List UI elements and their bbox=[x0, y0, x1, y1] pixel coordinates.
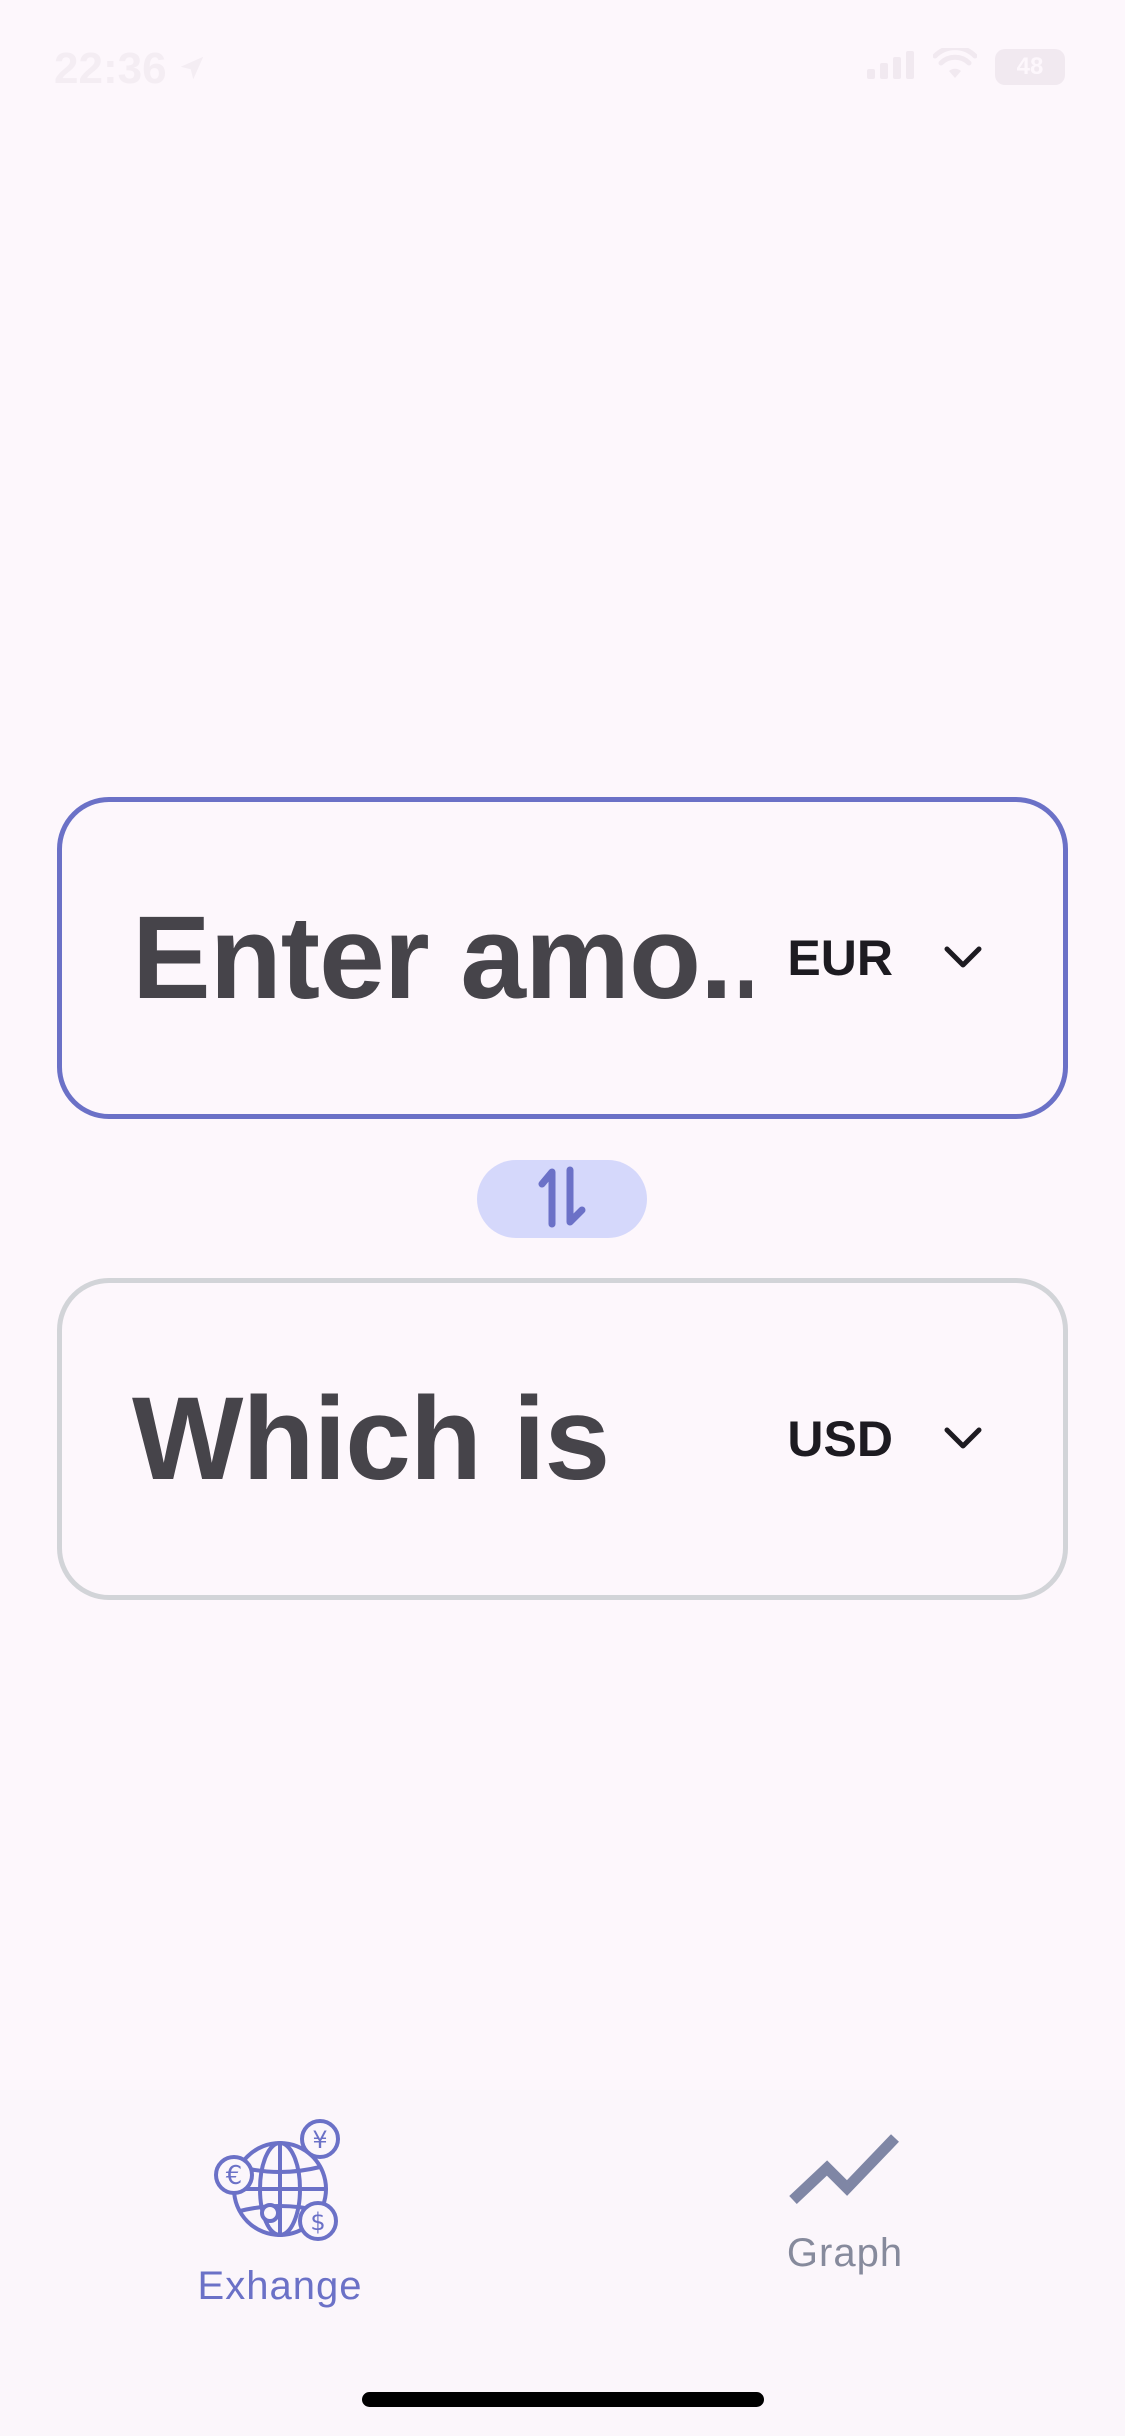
swap-arrows-icon bbox=[538, 1166, 586, 1233]
from-amount-card[interactable]: EUR bbox=[57, 797, 1068, 1119]
chevron-down-icon bbox=[943, 1426, 983, 1452]
status-indicators: 48 bbox=[867, 45, 1065, 85]
signal-icon bbox=[867, 49, 915, 84]
svg-text:€: € bbox=[226, 2161, 243, 2191]
graph-trend-icon bbox=[785, 2130, 905, 2215]
from-currency-select[interactable]: EUR bbox=[787, 929, 983, 987]
swap-currencies-button[interactable] bbox=[477, 1160, 647, 1238]
wifi-icon bbox=[932, 45, 978, 85]
status-time-text: 22:36 bbox=[54, 44, 167, 93]
status-bar: 22:36 48 bbox=[0, 0, 1125, 140]
to-currency-select[interactable]: USD bbox=[787, 1410, 983, 1468]
nav-label-exchange: Exhange bbox=[197, 2264, 363, 2308]
amount-input[interactable] bbox=[132, 890, 752, 1026]
svg-text:$: $ bbox=[310, 2208, 325, 2236]
globe-currency-icon: € ¥ $ bbox=[210, 2115, 350, 2260]
from-currency-label: EUR bbox=[787, 930, 893, 986]
home-indicator[interactable] bbox=[362, 2392, 764, 2407]
battery-icon: 48 bbox=[995, 48, 1065, 85]
to-currency-label: USD bbox=[787, 1411, 893, 1467]
location-arrow-icon bbox=[177, 44, 207, 94]
status-time: 22:36 bbox=[54, 44, 207, 94]
nav-label-graph: Graph bbox=[786, 2231, 904, 2275]
converted-amount: Which is bbox=[132, 1373, 610, 1505]
svg-text:¥: ¥ bbox=[312, 2126, 327, 2154]
chevron-down-icon bbox=[943, 945, 983, 971]
nav-item-exchange[interactable]: € ¥ $ Exhange bbox=[160, 2115, 400, 2309]
nav-item-graph[interactable]: Graph bbox=[745, 2130, 945, 2276]
to-amount-card[interactable]: Which is USD bbox=[57, 1278, 1068, 1600]
